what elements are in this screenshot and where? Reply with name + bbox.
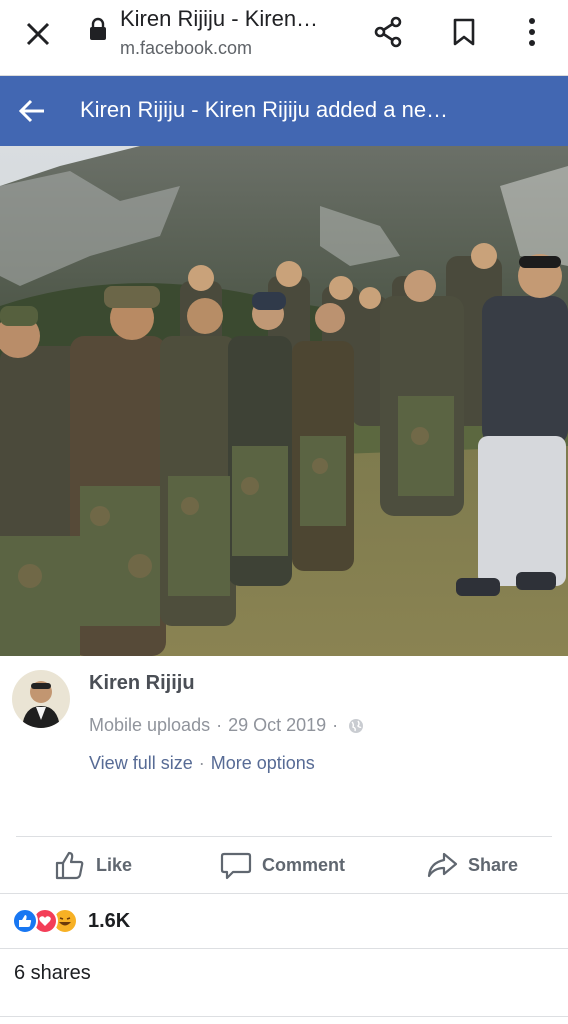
back-button[interactable] [12, 91, 52, 131]
post-photo[interactable] [0, 146, 568, 656]
divider [0, 1016, 568, 1017]
close-button[interactable] [20, 16, 56, 52]
globe-icon [349, 718, 364, 733]
divider [0, 893, 568, 894]
browser-toolbar: Kiren Rijiju - Kiren… m.facebook.com [0, 0, 568, 76]
lock-icon [90, 17, 106, 40]
fb-header: Kiren Rijiju - Kiren Rijiju added a ne… [0, 76, 568, 146]
bookmark-icon [453, 18, 475, 46]
like-label: Like [96, 854, 133, 875]
comment-icon [220, 852, 252, 880]
share-post-button[interactable]: Share [426, 837, 518, 893]
bookmark-button[interactable] [444, 12, 484, 52]
reaction-count: 1.6K [88, 909, 131, 932]
more-options-link[interactable]: More options [211, 753, 315, 774]
meta-separator: · [332, 715, 339, 735]
links-separator: · [198, 753, 205, 773]
shares-count[interactable]: 6 shares [14, 962, 91, 985]
comment-button[interactable]: Comment [220, 837, 345, 893]
close-icon [26, 22, 50, 46]
more-vert-icon [529, 18, 535, 46]
author-name[interactable]: Kiren Rijiju [89, 672, 195, 695]
post-meta: Mobile uploads · 29 Oct 2019 · [89, 715, 364, 736]
reactions-summary[interactable]: 1.6K [12, 905, 130, 937]
more-options-button[interactable] [512, 12, 552, 52]
action-bar: Like Comment Share [0, 837, 568, 893]
page-title[interactable]: Kiren Rijiju - Kiren… [120, 6, 360, 32]
divider [0, 948, 568, 949]
share-icon [374, 16, 402, 48]
comment-label: Comment [262, 854, 346, 875]
share-label: Share [468, 854, 519, 875]
upload-source[interactable]: Mobile uploads [89, 715, 210, 736]
share-arrow-icon [427, 852, 458, 878]
page-url[interactable]: m.facebook.com [120, 38, 252, 59]
photo-links: View full size · More options [89, 753, 315, 774]
thumbs-up-icon [55, 851, 84, 880]
arrow-left-icon [18, 99, 44, 123]
avatar[interactable] [12, 670, 70, 728]
header-title: Kiren Rijiju - Kiren Rijiju added a ne… [80, 97, 449, 122]
post-date[interactable]: 29 Oct 2019 [228, 715, 326, 736]
like-button[interactable]: Like [54, 837, 132, 893]
like-reaction-icon [12, 908, 38, 934]
meta-separator: · [216, 715, 223, 735]
view-full-size-link[interactable]: View full size [89, 753, 193, 774]
post-info: Kiren Rijiju Mobile uploads · 29 Oct 201… [0, 656, 568, 836]
share-button[interactable] [368, 12, 408, 52]
